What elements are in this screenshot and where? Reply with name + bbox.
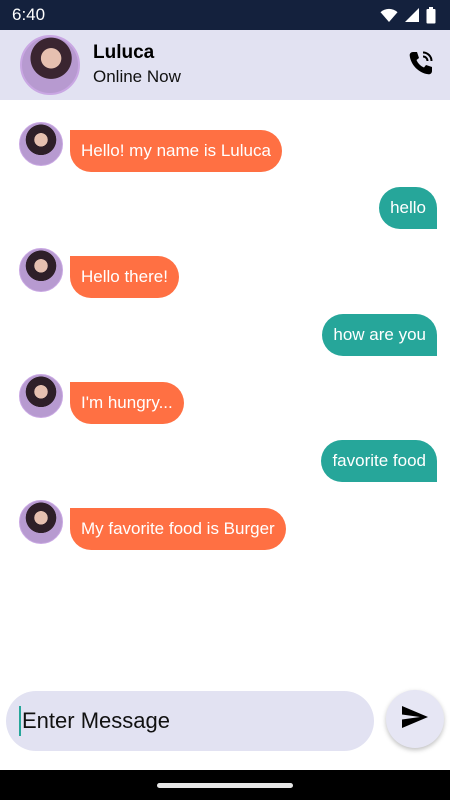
battery-icon xyxy=(426,6,436,24)
navigation-bar xyxy=(0,770,450,800)
composer-bar: Enter Message xyxy=(0,688,450,758)
wifi-icon xyxy=(380,8,398,23)
sender-avatar xyxy=(19,122,63,166)
message-input-placeholder: Enter Message xyxy=(22,708,170,733)
sender-avatar xyxy=(19,500,63,544)
text-cursor xyxy=(19,706,21,736)
home-gesture-handle[interactable] xyxy=(157,783,293,788)
call-button[interactable] xyxy=(406,50,436,80)
send-icon xyxy=(401,705,429,734)
sender-avatar xyxy=(19,248,63,292)
sender-avatar xyxy=(19,374,63,418)
outgoing-message-bubble[interactable]: hello xyxy=(379,187,437,229)
status-time: 6:40 xyxy=(12,5,46,24)
status-icons xyxy=(380,6,436,24)
contact-avatar[interactable] xyxy=(20,35,80,95)
incoming-message-bubble[interactable]: Hello! my name is Luluca xyxy=(70,130,282,172)
contact-info: Luluca Online Now xyxy=(93,41,181,89)
chat-header: Luluca Online Now xyxy=(0,30,450,100)
send-button[interactable] xyxy=(386,690,444,748)
contact-name: Luluca xyxy=(93,42,155,63)
incoming-message-bubble[interactable]: I'm hungry... xyxy=(70,382,184,424)
message-list[interactable]: Hello! my name is Luluca hello Hello the… xyxy=(0,100,450,690)
outgoing-message-bubble[interactable]: how are you xyxy=(322,314,437,356)
status-bar: 6:40 xyxy=(0,0,450,30)
outgoing-message-bubble[interactable]: favorite food xyxy=(321,440,437,482)
incoming-message-bubble[interactable]: My favorite food is Burger xyxy=(70,508,286,550)
message-input[interactable]: Enter Message xyxy=(6,691,374,751)
contact-status: Online Now xyxy=(93,67,181,86)
phone-call-icon xyxy=(407,49,435,82)
signal-icon xyxy=(404,7,420,23)
incoming-message-bubble[interactable]: Hello there! xyxy=(70,256,179,298)
